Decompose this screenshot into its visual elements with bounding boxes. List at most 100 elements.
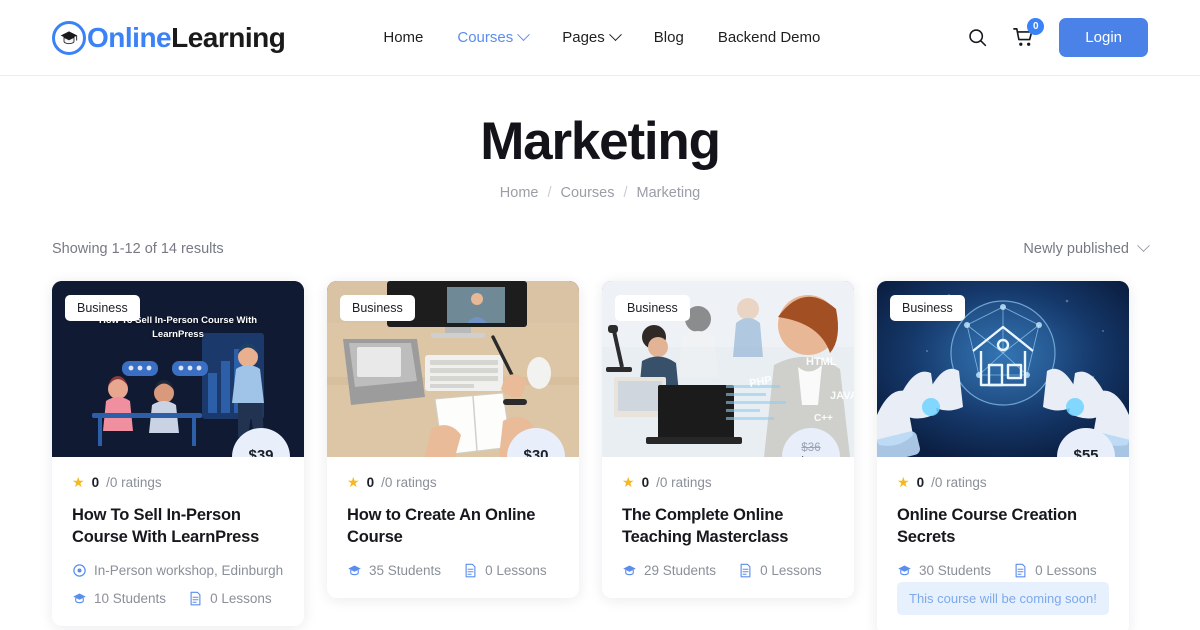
students-icon (73, 593, 86, 604)
course-category-badge[interactable]: Business (65, 294, 140, 321)
rating-value: 0 (641, 474, 650, 490)
course-thumbnail[interactable]: Business $30 (327, 280, 579, 457)
breadcrumb-item-current: Marketing (636, 184, 701, 201)
nav-item-courses[interactable]: Courses (457, 28, 531, 46)
course-category-badge[interactable]: Business (340, 294, 415, 321)
course-rating: ★ 0/0 ratings (347, 475, 559, 490)
star-icon: ★ (347, 474, 360, 491)
course-thumbnail[interactable]: How To Sell In-Person Course With LearnP… (52, 280, 304, 457)
course-card[interactable]: HTML PHP JAVA C++ Business $36 $25 ★ 0/0… (602, 280, 854, 599)
course-meta: 35 Students 0 Lessons (347, 563, 559, 578)
main-navigation: Home Courses Pages Blog Backend Demo (383, 28, 821, 46)
course-meta: 10 Students 0 Lessons (72, 591, 284, 606)
course-lessons: 0 Lessons (463, 563, 547, 578)
course-grid: How To Sell In-Person Course With LearnP… (0, 280, 1200, 630)
lessons-icon (740, 563, 751, 578)
logo-text-secondary: Learning (171, 21, 286, 53)
course-price-current: $55 (1073, 447, 1099, 457)
course-card-body: ★ 0/0 ratings The Complete Online Teachi… (602, 457, 854, 599)
nav-item-backend-demo[interactable]: Backend Demo (718, 29, 821, 46)
site-logo[interactable]: OnlineLearning (52, 20, 286, 55)
logo-text-primary: Online (87, 21, 172, 53)
course-location-text: In-Person workshop, Edinburgh (94, 563, 284, 579)
course-students-text: 10 Students (94, 591, 167, 607)
rating-value: 0 (366, 474, 375, 490)
course-students-text: 29 Students (644, 563, 717, 579)
lessons-icon (1015, 563, 1026, 578)
course-students: 35 Students (347, 563, 441, 578)
svg-text:HTML: HTML (806, 356, 837, 368)
svg-text:JAVA: JAVA (830, 390, 854, 402)
nav-label: Pages (562, 29, 605, 46)
breadcrumb-item-courses[interactable]: Courses (561, 185, 615, 201)
rating-value: 0 (91, 474, 100, 490)
course-price-current: $25 (798, 454, 823, 456)
course-card[interactable]: How To Sell In-Person Course With LearnP… (52, 280, 304, 627)
course-lessons-text: 0 Lessons (1035, 563, 1097, 579)
rating-suffix: /0 ratings (381, 474, 437, 490)
course-students-text: 35 Students (369, 563, 442, 579)
course-lessons: 0 Lessons (188, 591, 272, 606)
students-icon (348, 565, 361, 576)
course-lessons: 0 Lessons (1013, 563, 1097, 578)
course-title[interactable]: The Complete Online Teaching Masterclass (622, 504, 834, 549)
course-title[interactable]: How to Create An Online Course (347, 504, 559, 549)
course-title[interactable]: How To Sell In-Person Course With LearnP… (72, 504, 284, 549)
results-count: Showing 1-12 of 14 results (52, 240, 224, 257)
course-lessons-text: 0 Lessons (485, 563, 547, 579)
course-thumbnail[interactable]: HTML PHP JAVA C++ Business $36 $25 (602, 280, 854, 457)
course-card-body: ★ 0/0 ratings Online Course Creation Sec… (877, 457, 1129, 630)
lessons-icon (465, 563, 476, 578)
map-pin-icon (73, 564, 86, 577)
breadcrumb-item-home[interactable]: Home (500, 185, 539, 201)
course-title[interactable]: Online Course Creation Secrets (897, 504, 1109, 549)
nav-item-blog[interactable]: Blog (654, 29, 684, 46)
course-meta: 29 Students 0 Lessons (622, 563, 834, 578)
course-meta: 30 Students 0 Lessons (897, 563, 1109, 578)
breadcrumb-separator: / (547, 184, 552, 201)
students-icon (898, 565, 911, 576)
coming-soon-notice: This course will be coming soon! (897, 582, 1109, 616)
nav-item-pages[interactable]: Pages (562, 28, 622, 46)
shopping-cart-icon[interactable]: 0 (1012, 18, 1045, 49)
rating-suffix: /0 ratings (931, 474, 987, 490)
course-students: 29 Students (622, 563, 716, 578)
course-lessons-text: 0 Lessons (210, 591, 272, 607)
chevron-down-icon (1137, 239, 1150, 253)
course-rating: ★ 0/0 ratings (72, 475, 284, 490)
students-icon (623, 565, 636, 576)
nav-label: Courses (457, 29, 514, 46)
lessons-icon (190, 591, 201, 606)
graduation-cap-icon (52, 20, 86, 55)
course-thumbnail[interactable]: Business $55 (877, 280, 1129, 457)
course-card-body: ★ 0/0 ratings How to Create An Online Co… (327, 457, 579, 599)
nav-item-home[interactable]: Home (383, 29, 423, 46)
header-actions: 0 Login (967, 18, 1148, 57)
course-rating: ★ 0/0 ratings (622, 475, 834, 490)
page-hero: Marketing Home / Courses / Marketing (0, 76, 1200, 201)
course-card[interactable]: Business $30 ★ 0/0 ratings How to Create… (327, 280, 579, 599)
site-header: OnlineLearning Home Courses Pages Blog B… (0, 0, 1200, 76)
nav-label: Home (383, 29, 424, 46)
course-lessons-text: 0 Lessons (760, 563, 822, 579)
chevron-down-icon (517, 28, 531, 42)
breadcrumb-separator: / (623, 184, 628, 201)
course-price-current: $30 (523, 447, 549, 457)
chevron-down-icon (608, 28, 622, 42)
course-students: 10 Students (72, 591, 166, 606)
sort-dropdown[interactable]: Newly published (1023, 239, 1150, 257)
login-button[interactable]: Login (1059, 18, 1148, 57)
results-toolbar: Showing 1-12 of 14 results Newly publish… (0, 238, 1200, 260)
star-icon: ★ (72, 474, 85, 491)
course-card[interactable]: Business $55 ★ 0/0 ratings Online Course… (877, 280, 1129, 630)
course-rating: ★ 0/0 ratings (897, 475, 1109, 490)
course-lessons: 0 Lessons (738, 563, 822, 578)
course-price-original: $36 (801, 442, 821, 455)
course-category-badge[interactable]: Business (615, 294, 690, 321)
logo-text: OnlineLearning (87, 21, 286, 53)
page-title: Marketing (480, 112, 721, 171)
star-icon: ★ (897, 474, 910, 491)
search-icon[interactable] (967, 27, 988, 48)
star-icon: ★ (622, 474, 635, 491)
course-category-badge[interactable]: Business (890, 294, 965, 321)
